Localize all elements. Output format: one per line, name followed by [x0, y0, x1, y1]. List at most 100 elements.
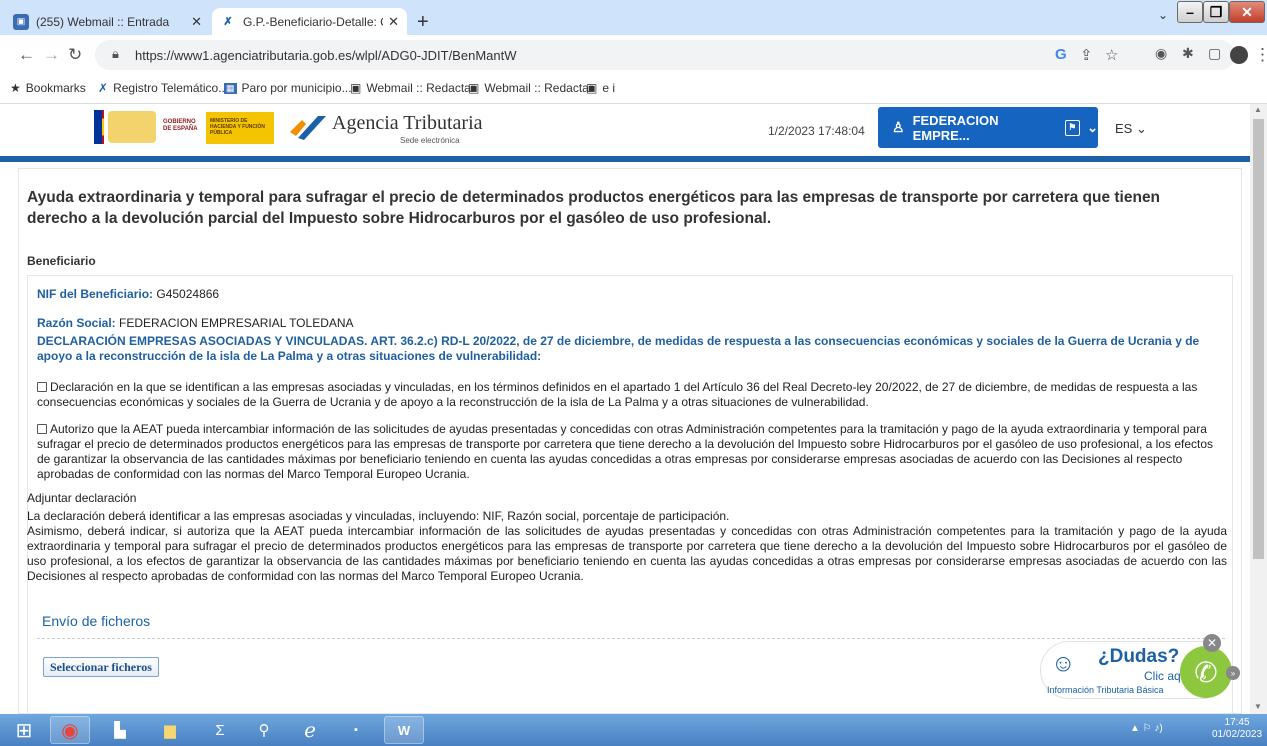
clock-date: 01/02/2023 [1212, 729, 1263, 740]
bookmarks-bar: ★ Bookmarks ✗ Registro Telemático... ▦ Paro… [0, 76, 1267, 104]
header-divider [0, 156, 1250, 162]
new-tab-button[interactable]: + [417, 11, 429, 34]
extension-icon[interactable]: ◉ [1155, 45, 1167, 62]
razon-social-value: FEDERACION EMPRESARIAL TOLEDANA [119, 316, 354, 330]
webmail-icon: ▣ [586, 81, 598, 95]
nif-label: NIF del Beneficiario: [37, 287, 154, 301]
adjuntar-line-1: La declaración deberá identificar a las … [27, 509, 730, 523]
webmail-icon: ▣ [13, 13, 29, 30]
close-icon[interactable]: ✕ [1203, 634, 1221, 652]
sigma-app-icon[interactable]: Σ [200, 716, 240, 744]
chevron-down-icon: ⌄ [1087, 119, 1098, 135]
close-window-button[interactable]: ✕ [1229, 1, 1265, 23]
search-app-icon[interactable]: ⚲ [244, 716, 284, 744]
checkbox-1-label[interactable]: Declaración en la que se identifican a l… [37, 380, 1197, 409]
url-text[interactable]: https://www1.agenciatributaria.gob.es/wl… [135, 48, 517, 63]
envio-ficheros-title: Envío de ficheros [42, 613, 151, 629]
language-selector[interactable]: ES ⌄ [1115, 121, 1147, 137]
reload-icon[interactable]: ↻ [68, 45, 82, 65]
adjuntar-title: Adjuntar declaración [27, 491, 137, 505]
tab-webmail[interactable]: ▣ (255) Webmail :: Entrada ✕ [5, 8, 210, 35]
scrollbar-thumb[interactable] [1253, 119, 1264, 559]
profile-avatar[interactable] [1230, 46, 1248, 64]
nif-value: G45024866 [156, 287, 220, 301]
headset-icon: ☺ [1051, 650, 1076, 677]
page-title: Ayuda extraordinaria y temporal para suf… [27, 189, 1161, 227]
bookmark-item[interactable]: ▣ Webmail :: Redactar [350, 81, 475, 95]
taskbar-clock[interactable]: 17:45 01/02/2023 [1212, 717, 1262, 741]
select-files-button[interactable]: Seleccionar ficheros [43, 657, 159, 677]
checkbox-1[interactable] [37, 382, 47, 392]
razon-social-label: Razón Social: [37, 316, 116, 330]
close-icon[interactable]: ✕ [191, 14, 202, 30]
system-tray-icons[interactable]: ▲ ⚐ ♪) [1130, 723, 1163, 734]
aeat-logo[interactable] [288, 112, 328, 142]
checkbox-declaracion: Declaración en la que se identifican a l… [37, 380, 1227, 410]
chevron-right-icon[interactable]: » [1226, 666, 1240, 680]
chevron-down-icon: ⌄ [1135, 121, 1147, 136]
agency-name[interactable]: Agencia Tributaria [332, 112, 483, 135]
checkbox-2-label[interactable]: Autorizo que la AEAT pueda intercambiar … [37, 422, 1213, 481]
address-bar[interactable]: 🔒︎ https://www1.agenciatributaria.gob.es… [95, 40, 1235, 70]
puzzle-icon[interactable]: ✱ [1182, 45, 1194, 62]
aeat-icon: ✗ [98, 81, 109, 95]
lock-icon[interactable]: 🔒︎ [112, 46, 119, 62]
checkbox-autorizo: Autorizo que la AEAT pueda intercambiar … [37, 422, 1227, 482]
aeat-icon: ✗ [223, 16, 233, 28]
adjuntar-instructions: La declaración deberá identificar a las … [27, 509, 1227, 584]
windows-start-icon[interactable]: ⊞ [4, 716, 44, 744]
main-content: Ayuda extraordinaria y temporal para suf… [18, 168, 1242, 715]
user-icon: ♙ [892, 119, 905, 135]
webmail-icon: ▣ [468, 81, 480, 95]
forward-icon[interactable]: → [43, 45, 60, 65]
minimize-button[interactable]: – [1177, 1, 1203, 23]
tab-title: (255) Webmail :: Entrada [36, 14, 170, 29]
menu-icon[interactable]: ⋮ [1254, 45, 1267, 65]
language-code: ES [1115, 121, 1133, 136]
page-scrollbar[interactable]: ▲ ▼ [1250, 104, 1267, 714]
bookmark-item[interactable]: ▦ Paro por municipio... [224, 81, 352, 95]
internet-explorer-icon[interactable]: ℯ [290, 716, 330, 744]
help-title[interactable]: ¿Dudas? [1098, 646, 1179, 668]
app-icon[interactable]: ▪ [336, 716, 376, 744]
chrome-icon[interactable]: ◉ [50, 716, 90, 744]
checkbox-2[interactable] [37, 424, 47, 434]
browser-tab-strip: ▣ (255) Webmail :: Entrada ✕ ✗ G.P.-Bene… [0, 0, 1267, 35]
razon-social-row: Razón Social: FEDERACION EMPRESARIAL TOL… [37, 316, 354, 330]
eu-flag [94, 110, 102, 144]
maximize-button[interactable]: ❐ [1203, 1, 1229, 23]
clock-time: 17:45 [1224, 717, 1250, 728]
chart-icon: ▦ [224, 82, 237, 94]
bookmark-star-icon[interactable]: ☆ [1105, 46, 1118, 64]
user-menu-button[interactable]: ♙ FEDERACION EMPRE... ⚑ ⌄ [878, 107, 1098, 148]
webmail-icon: ▣ [350, 81, 362, 95]
browser-toolbar: ← → ↻ 🔒︎ https://www1.agenciatributaria.… [0, 35, 1267, 76]
file-explorer-icon[interactable]: ▆ [150, 716, 190, 744]
close-icon[interactable]: ✕ [388, 14, 399, 30]
user-name: FEDERACION EMPRE... [912, 112, 999, 143]
tab-beneficiario[interactable]: ✗ G.P.-Beneficiario-Detalle: G4502 ✕ [212, 8, 407, 35]
nif-row: NIF del Beneficiario: G45024866 [37, 287, 219, 301]
bookmark-item[interactable]: ★ Bookmarks [10, 81, 86, 95]
scroll-down-icon[interactable]: ▼ [1254, 702, 1262, 711]
adjuntar-line-2: Asimismo, deberá indicar, si autoriza qu… [27, 524, 1227, 583]
site-header: GOBIERNO DE ESPAÑA MINISTERIO DE HACIEND… [0, 104, 1250, 156]
bookmark-item[interactable]: ✗ Registro Telemático... [98, 81, 228, 95]
network-app-icon[interactable]: ▙ [100, 716, 140, 744]
phone-icon[interactable]: ✆ [1180, 646, 1232, 698]
word-icon[interactable]: W [384, 716, 424, 744]
google-translate-icon[interactable]: G [1055, 46, 1067, 63]
scroll-up-icon[interactable]: ▲ [1254, 105, 1262, 114]
bookmark-item[interactable]: ▣ e i [586, 81, 615, 95]
sidepanel-icon[interactable]: ▢ [1208, 45, 1221, 62]
ministerio-label: MINISTERIO DE HACIENDA Y FUNCIÓN PÚBLICA [206, 112, 274, 144]
share-icon[interactable]: ⇪ [1080, 46, 1093, 64]
bookmark-item[interactable]: ▣ Webmail :: Redactar [468, 81, 593, 95]
help-subtitle: Información Tributaria Básica [1047, 685, 1164, 695]
coat-of-arms-logo [108, 111, 156, 143]
notification-icon[interactable]: ⚑ [1064, 119, 1081, 136]
tab-search-icon[interactable]: ⌄ [1158, 8, 1168, 22]
os-taskbar: ⊞ ◉ ▙ ▆ Σ ⚲ ℯ ▪ W ▲ ⚐ ♪) 17:45 01/02/202… [0, 714, 1267, 746]
section-title-beneficiario: Beneficiario [27, 254, 96, 268]
back-icon[interactable]: ← [18, 45, 35, 65]
